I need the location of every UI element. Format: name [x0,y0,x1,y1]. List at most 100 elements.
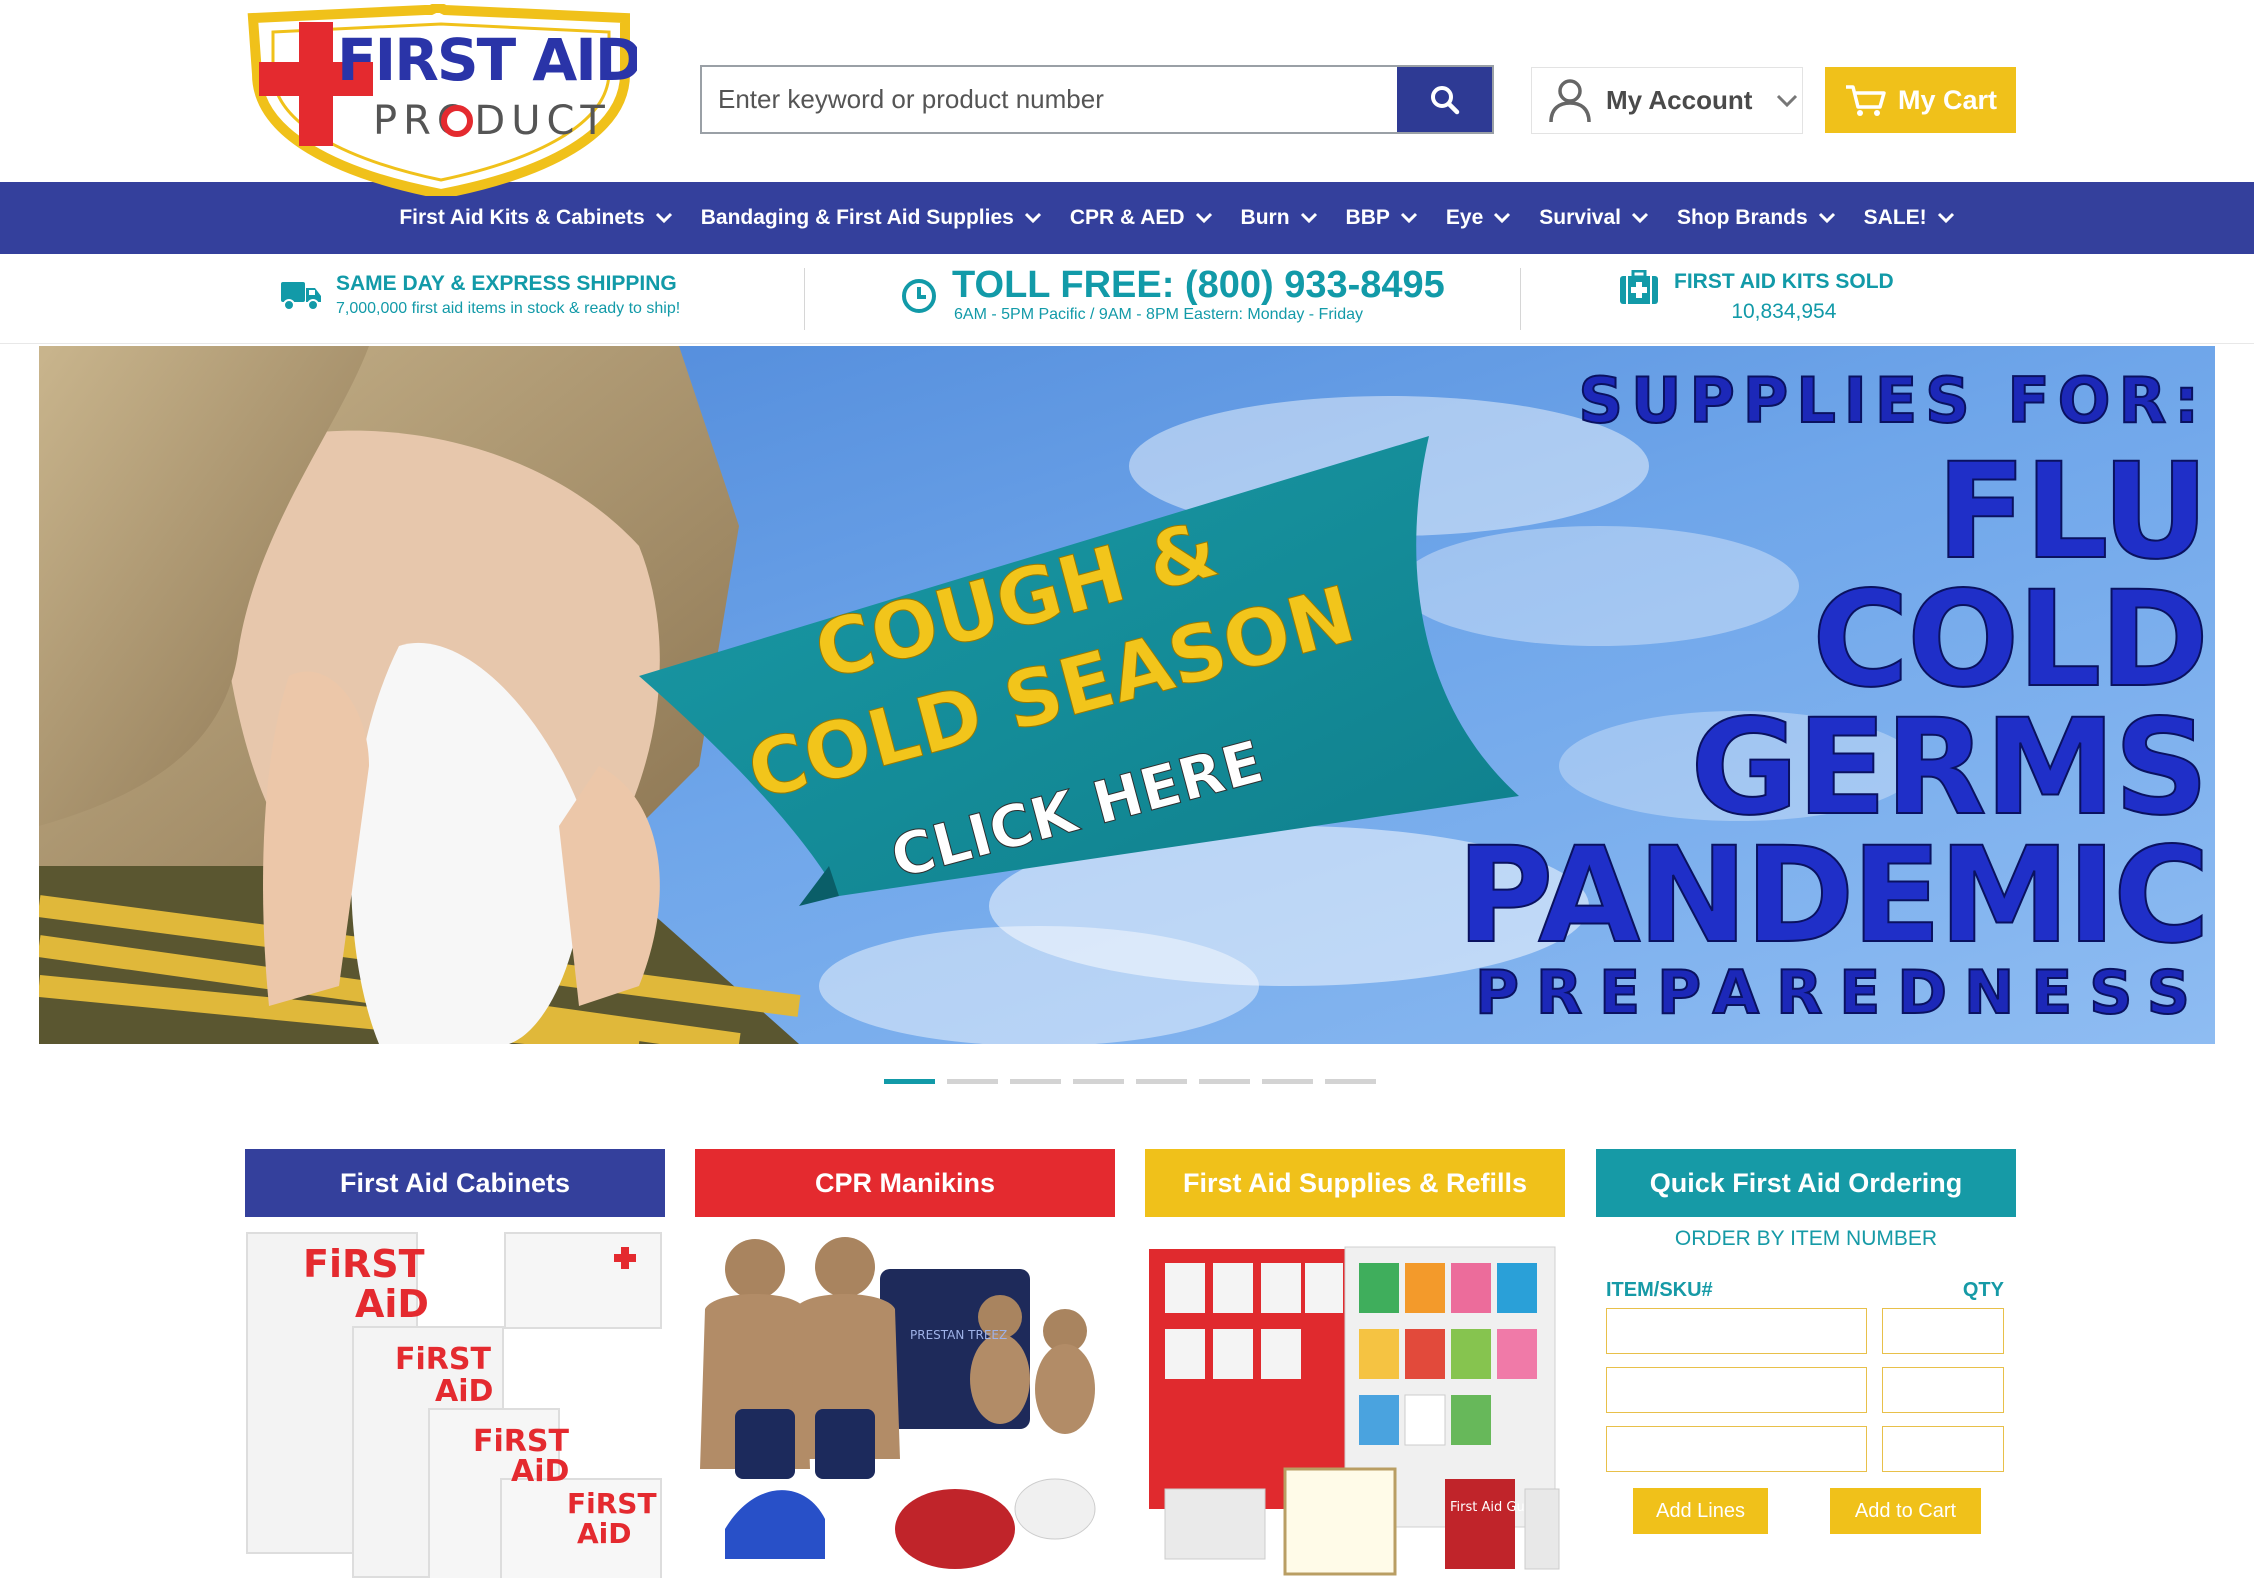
site-logo[interactable]: FIRST AID PRODUCT [245,3,643,200]
cpr-manikins-image[interactable]: PRESTAN TREEZ [695,1229,1115,1578]
quick-order-subtitle: ORDER BY ITEM NUMBER [1674,1227,1938,1250]
first-aid-cabinets-image[interactable]: FiRST AiD FiRST AiD FiRST AiD FiRST AiD [245,1229,665,1578]
carousel-dot[interactable] [1199,1079,1250,1084]
toll-free-number[interactable]: TOLL FREE: (800) 933-8495 [952,264,1445,306]
chevron-down-icon [1494,212,1511,224]
nav-label: SALE! [1863,206,1927,229]
hero-banner[interactable]: COUGH & COLD SEASON CLICK HERE SUPPLIES … [39,346,2215,1044]
nav-label: BBP [1345,206,1390,229]
quick-order-title: Quick First Aid Ordering [1596,1149,2016,1217]
carousel-dot[interactable] [1010,1079,1061,1084]
divider [1520,268,1521,330]
svg-text:AiD: AiD [355,1282,429,1326]
manikins-illustration: PRESTAN TREEZ [695,1229,1115,1578]
nav-item-cpr-aed[interactable]: CPR & AED [1070,206,1213,230]
chevron-down-icon [1777,94,1798,107]
nav-item-first-aid-kits-cabinets[interactable]: First Aid Kits & Cabinets [399,206,672,230]
chevron-down-icon [1300,212,1317,224]
svg-text:FiRST: FiRST [567,1487,657,1520]
my-account-menu[interactable]: My Account [1531,67,1803,134]
chevron-down-icon [1937,212,1954,224]
hero-supplies-for: SUPPLIES FOR: [1577,363,2207,438]
category-first-aid-cabinets: First Aid Cabinets FiRST AiD FiRST AiD F… [245,1149,665,1578]
search-input[interactable] [702,67,1397,132]
shipping-info: SAME DAY & EXPRESS SHIPPING 7,000,000 fi… [280,272,680,318]
quick-order-actions: Add Lines Add to Cart [1633,1488,1981,1534]
nav-item-burn[interactable]: Burn [1241,206,1318,230]
my-account-label: My Account [1606,85,1753,115]
svg-text:PRODUCT: PRODUCT [373,98,611,144]
svg-text:AiD: AiD [435,1374,493,1409]
hero-germs: GERMS [1689,691,2210,845]
info-bar: SAME DAY & EXPRESS SHIPPING 7,000,000 fi… [0,254,2254,344]
carousel-dot[interactable] [1073,1079,1124,1084]
carousel-dot[interactable] [947,1079,998,1084]
quick-order-columns: ITEM/SKU# QTY [1606,1279,2004,1302]
chevron-down-icon [1195,212,1212,224]
nav-item-bbp[interactable]: BBP [1346,206,1418,230]
sku-input[interactable] [1606,1426,1867,1472]
cabinets-illustration: FiRST AiD FiRST AiD FiRST AiD FiRST AiD [245,1229,665,1578]
search-bar [700,65,1494,134]
carousel-dot[interactable] [1262,1079,1313,1084]
category-title-button[interactable]: First Aid Cabinets [245,1149,665,1217]
carousel-indicators [884,1079,1376,1084]
hero-preparedness: PREPAREDNESS [1474,957,2207,1029]
svg-text:FiRST: FiRST [303,1242,425,1286]
phone-hours: 6AM - 5PM Pacific / 9AM - 8PM Eastern: M… [954,306,1364,323]
my-cart-button[interactable]: My Cart [1825,67,2016,133]
nav-item-bandaging-supplies[interactable]: Bandaging & First Aid Supplies [701,206,1042,230]
kits-sold-count: 10,834,954 [1731,300,1837,323]
divider [804,268,805,330]
kits-sold-title: FIRST AID KITS SOLD [1674,270,1894,293]
hero-cold: COLD [1811,563,2210,717]
nav-label: Bandaging & First Aid Supplies [700,206,1014,229]
chevron-down-icon [1400,212,1417,224]
sku-input[interactable] [1606,1308,1867,1354]
shipping-subtitle: 7,000,000 first aid items in stock & rea… [336,300,681,317]
qty-input[interactable] [1882,1367,2004,1413]
supplies-refills-image[interactable]: First Aid Guide [1145,1229,1565,1578]
qty-input[interactable] [1882,1308,2004,1354]
quick-order-row [1606,1426,2004,1472]
clock-icon [902,279,936,313]
svg-text:FiRST: FiRST [395,1342,491,1377]
svg-text:AiD: AiD [577,1517,632,1550]
quick-order-row [1606,1367,2004,1413]
carousel-dot[interactable] [884,1079,935,1084]
svg-text:AiD: AiD [511,1454,569,1489]
sku-input[interactable] [1606,1367,1867,1413]
nav-item-shop-brands[interactable]: Shop Brands [1677,206,1836,230]
qty-input[interactable] [1882,1426,2004,1472]
first-aid-kit-icon [1620,270,1658,304]
search-button[interactable] [1397,67,1492,132]
site-header: FIRST AID PRODUCT My Account My Ca [0,0,2254,200]
category-title-button[interactable]: CPR Manikins [695,1149,1115,1217]
nav-item-eye[interactable]: Eye [1446,206,1511,230]
search-icon [1430,85,1459,114]
cart-icon [1845,85,1886,116]
chevron-down-icon [1818,212,1835,224]
supplies-illustration: First Aid Guide [1145,1229,1565,1578]
quick-order-row [1606,1308,2004,1354]
nav-label: Eye [1445,206,1484,229]
add-lines-button[interactable]: Add Lines [1633,1488,1768,1534]
user-icon [1549,78,1591,122]
chevron-down-icon [1024,212,1041,224]
category-title-button[interactable]: First Aid Supplies & Refills [1145,1149,1565,1217]
add-to-cart-button[interactable]: Add to Cart [1830,1488,1981,1534]
carousel-dot[interactable] [1325,1079,1376,1084]
category-cpr-manikins: CPR Manikins PRESTAN TREEZ [695,1149,1115,1578]
svg-text:FIRST AID: FIRST AID [337,26,637,94]
nav-label: CPR & AED [1069,206,1185,229]
nav-label: First Aid Kits & Cabinets [399,206,645,229]
kits-sold-info: FIRST AID KITS SOLD 10,834,954 [1618,270,1894,324]
nav-item-sale[interactable]: SALE! [1864,206,1955,230]
nav-item-survival[interactable]: Survival [1539,206,1649,230]
carousel-dot[interactable] [1136,1079,1187,1084]
phone-info: TOLL FREE: (800) 933-8495 6AM - 5PM Paci… [900,264,1445,324]
hero-flu: FLU [1935,435,2210,589]
hero-pandemic: PANDEMIC [1456,819,2211,973]
shipping-title: SAME DAY & EXPRESS SHIPPING [336,272,677,295]
truck-icon [281,282,321,311]
